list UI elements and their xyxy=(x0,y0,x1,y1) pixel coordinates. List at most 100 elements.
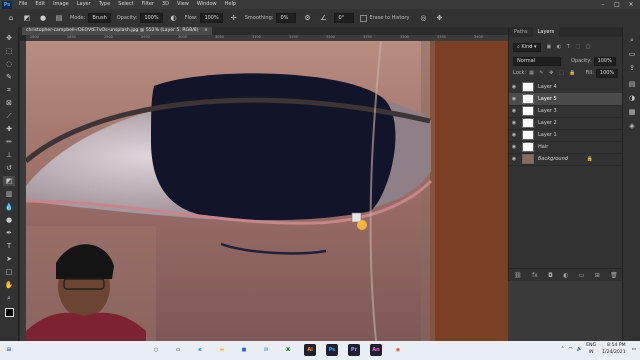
notification-icon[interactable]: ▭ xyxy=(632,347,636,352)
close-tab-icon[interactable]: × xyxy=(204,28,208,33)
erase-history-option[interactable]: Erase to History xyxy=(360,14,412,22)
eye-icon[interactable]: ◉ xyxy=(509,96,519,102)
quick-select-tool-icon[interactable]: ✎ xyxy=(3,72,15,82)
menu-window[interactable]: Window xyxy=(193,0,221,9)
menu-select[interactable]: Select xyxy=(114,0,137,9)
share-icon[interactable]: ⇪ xyxy=(626,63,638,73)
eye-icon[interactable]: ◉ xyxy=(509,120,519,126)
fx-icon[interactable]: fx xyxy=(532,272,538,279)
frame-tool-icon[interactable]: ⊠ xyxy=(3,98,15,108)
document-tab[interactable]: christopher-campbell-rDEOVtE7vOs-unsplas… xyxy=(22,27,212,35)
pressure-size-icon[interactable]: ◎ xyxy=(418,13,428,23)
filter-icons[interactable]: ▣ ◐ T ⬚ ▢ xyxy=(547,44,593,50)
search-icon[interactable]: ○ xyxy=(150,344,162,356)
minimize-icon[interactable]: – xyxy=(596,0,610,9)
eraser-tool-icon[interactable]: ◩ xyxy=(22,13,32,23)
mail-icon[interactable]: ✉ xyxy=(260,344,272,356)
illustrator-icon[interactable]: Ai xyxy=(304,344,316,356)
task-view-icon[interactable]: ▭ xyxy=(172,344,184,356)
gradient-tool-icon[interactable]: ▥ xyxy=(3,189,15,199)
home-icon[interactable]: ⌂ xyxy=(6,13,16,23)
eye-icon[interactable]: ◉ xyxy=(509,132,519,138)
file-explorer-icon[interactable]: ▬ xyxy=(216,344,228,356)
hand-tool-icon[interactable]: ✋ xyxy=(3,280,15,290)
swatches-icon[interactable]: ▦ xyxy=(626,107,638,117)
edge-icon[interactable]: e xyxy=(194,344,206,356)
new-group-icon[interactable]: ▭ xyxy=(579,272,585,279)
pen-tool-icon[interactable]: ✒ xyxy=(3,228,15,238)
move-tool-icon[interactable]: ✥ xyxy=(3,33,15,43)
xbox-icon[interactable]: X xyxy=(282,344,294,356)
clock[interactable]: 8:54 PM 1/24/2021 xyxy=(602,342,626,356)
animate-icon[interactable]: An xyxy=(370,344,382,356)
smoothing-settings-icon[interactable]: ⚙ xyxy=(302,13,312,23)
marquee-tool-icon[interactable]: ⬚ xyxy=(3,46,15,56)
eye-icon[interactable]: ◉ xyxy=(509,84,519,90)
menu-type[interactable]: Type xyxy=(95,0,114,9)
eye-icon[interactable]: ◉ xyxy=(509,144,519,150)
fill-input[interactable]: 100% xyxy=(595,68,619,78)
workspace-icon[interactable]: ▭ xyxy=(626,49,638,59)
layers-icon[interactable]: ◈ xyxy=(626,121,638,131)
tab-paths[interactable]: Paths xyxy=(509,27,533,37)
color-icon[interactable]: ◑ xyxy=(626,93,638,103)
mode-select[interactable]: Brush xyxy=(88,13,111,23)
volume-icon[interactable]: 🔊 xyxy=(576,347,582,352)
angle-input[interactable]: 0° xyxy=(334,13,355,23)
new-layer-icon[interactable]: ⊞ xyxy=(595,272,600,279)
eyedropper-tool-icon[interactable]: ⟋ xyxy=(3,111,15,121)
tray-chevron-icon[interactable]: ⌃ xyxy=(561,347,565,352)
eraser-tool-icon[interactable]: ◩ xyxy=(3,176,15,186)
properties-icon[interactable]: ▤ xyxy=(626,79,638,89)
type-tool-icon[interactable]: T xyxy=(3,241,15,251)
chrome-icon[interactable]: ◉ xyxy=(392,344,404,356)
adjustment-layer-icon[interactable]: ◐ xyxy=(563,272,568,279)
tab-layers[interactable]: Layers xyxy=(532,27,560,37)
foreground-background-color-icon[interactable] xyxy=(3,307,15,317)
history-brush-tool-icon[interactable]: ↺ xyxy=(3,163,15,173)
symmetry-icon[interactable]: ✥ xyxy=(434,13,444,23)
blur-tool-icon[interactable]: 💧 xyxy=(3,202,15,212)
menu-3d[interactable]: 3D xyxy=(158,0,173,9)
link-layers-icon[interactable]: ⛓ xyxy=(514,272,522,279)
dodge-tool-icon[interactable]: ● xyxy=(3,215,15,225)
path-selection-tool-icon[interactable]: ➤ xyxy=(3,254,15,264)
document-canvas[interactable] xyxy=(26,41,566,341)
lasso-tool-icon[interactable]: ◌ xyxy=(3,59,15,69)
rectangle-tool-icon[interactable]: □ xyxy=(3,267,15,277)
premiere-icon[interactable]: Pr xyxy=(348,344,360,356)
brush-settings-icon[interactable]: ▤ xyxy=(54,13,64,23)
crop-tool-icon[interactable]: ⌗ xyxy=(3,85,15,95)
layer-row-background[interactable]: ◉ Background 🔒 xyxy=(509,153,623,166)
smoothing-input[interactable]: 0% xyxy=(276,13,297,23)
blend-mode-select[interactable]: Normal xyxy=(513,56,561,66)
search-icon[interactable]: ⌕ xyxy=(626,35,638,45)
menu-help[interactable]: Help xyxy=(221,0,240,9)
delete-layer-icon[interactable]: 🗑 xyxy=(610,272,618,279)
pressure-opacity-icon[interactable]: ◐ xyxy=(169,13,179,23)
windows-icon[interactable]: ⊞ xyxy=(3,344,15,356)
clone-stamp-tool-icon[interactable]: ⊥ xyxy=(3,150,15,160)
layer-opacity-input[interactable]: 100% xyxy=(593,56,616,66)
store-icon[interactable]: ■ xyxy=(238,344,250,356)
eye-icon[interactable]: ◉ xyxy=(509,108,519,114)
close-icon[interactable]: × xyxy=(624,0,638,9)
zoom-tool-icon[interactable]: ⌕ xyxy=(3,293,15,303)
opacity-input[interactable]: 100% xyxy=(140,13,163,23)
brush-preset-icon[interactable]: ● xyxy=(38,13,48,23)
brush-tool-icon[interactable]: ✏ xyxy=(3,137,15,147)
wifi-icon[interactable]: ◠ xyxy=(568,347,572,352)
airbrush-icon[interactable]: ✢ xyxy=(229,13,239,23)
add-mask-icon[interactable]: ◘ xyxy=(548,272,553,279)
lock-icons[interactable]: ▦ ✎ ✥ ⬚ 🔒 xyxy=(529,70,577,76)
maximize-icon[interactable]: □ xyxy=(610,0,624,9)
kind-filter-select[interactable]: ⌕ Kind ▾ xyxy=(513,42,541,52)
erase-history-checkbox[interactable] xyxy=(360,14,368,22)
eye-icon[interactable]: ◉ xyxy=(509,156,519,162)
menu-layer[interactable]: Layer xyxy=(73,0,95,9)
photoshop-icon[interactable]: Ps xyxy=(326,344,338,356)
menu-edit[interactable]: Edit xyxy=(31,0,49,9)
healing-brush-tool-icon[interactable]: ✚ xyxy=(3,124,15,134)
menu-file[interactable]: File xyxy=(15,0,31,9)
menu-image[interactable]: Image xyxy=(49,0,73,9)
